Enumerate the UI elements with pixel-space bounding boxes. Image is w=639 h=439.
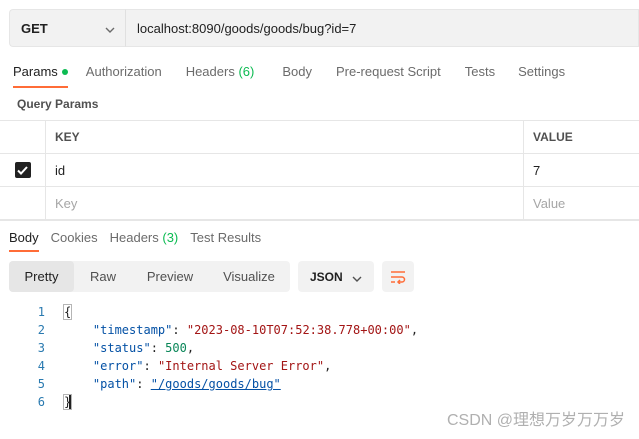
params-header-row: KEY VALUE (0, 121, 639, 154)
response-tab-test-results-label: Test Results (190, 230, 262, 245)
preview-button[interactable]: Preview (132, 261, 208, 292)
tab-headers[interactable]: Headers (6) (186, 56, 255, 88)
code-line: 2 "timestamp": "2023-08-10T07:52:38.778+… (0, 321, 639, 339)
request-tabs: Params Authorization Headers (6) Body Pr… (0, 56, 639, 88)
param-checkbox[interactable] (14, 162, 31, 178)
url-input[interactable]: localhost:8090/goods/goods/bug?id=7 (125, 9, 639, 47)
empty-check-cell (0, 187, 46, 219)
tab-settings-label: Settings (518, 64, 566, 79)
new-value-input[interactable]: Value (524, 187, 639, 219)
tab-authorization[interactable]: Authorization (86, 56, 162, 88)
column-header-key: KEY (46, 121, 524, 153)
chevron-down-icon (105, 21, 115, 36)
code-line: 4 "error": "Internal Server Error", (0, 357, 639, 375)
response-tab-cookies-label: Cookies (50, 230, 98, 245)
params-active-dot (61, 68, 68, 75)
raw-button[interactable]: Raw (74, 261, 132, 292)
text-cursor (69, 395, 72, 410)
line-number: 2 (37, 323, 45, 337)
param-value-cell[interactable]: 7 (524, 154, 639, 186)
tab-settings[interactable]: Settings (518, 56, 565, 88)
tab-authorization-label: Authorization (85, 64, 162, 79)
json-link-value[interactable]: "/goods/goods/bug" (151, 377, 281, 391)
json-key: "timestamp" (92, 323, 173, 337)
chevron-down-icon (352, 271, 362, 285)
json-comma: , (410, 323, 419, 337)
params-table: KEY VALUE id 7 Key Value (0, 120, 639, 220)
param-key-cell[interactable]: id (46, 154, 524, 186)
url-text: localhost:8090/goods/goods/bug?id=7 (137, 20, 357, 36)
code-line: 3 "status": 500, (0, 339, 639, 357)
open-brace: { (62, 304, 73, 320)
response-divider (0, 220, 639, 221)
response-tab-body[interactable]: Body (9, 222, 39, 252)
response-tab-headers[interactable]: Headers (3) (110, 222, 179, 252)
response-tab-cookies[interactable]: Cookies (51, 222, 98, 252)
json-number-value: 500 (165, 341, 187, 355)
checkmark-icon (17, 165, 28, 175)
header-check-cell (0, 121, 46, 153)
response-tab-test-results[interactable]: Test Results (190, 222, 261, 252)
tab-pre-request-script-label: Pre-request Script (335, 64, 441, 79)
response-tab-headers-count: (3) (162, 230, 179, 245)
json-comma: , (324, 359, 332, 373)
method-label: GET (21, 20, 48, 36)
line-number: 5 (37, 377, 45, 391)
pretty-button[interactable]: Pretty (9, 261, 74, 292)
tab-params[interactable]: Params (13, 56, 68, 88)
column-header-value: VALUE (533, 130, 573, 144)
watermark: CSDN @理想万岁万万岁 (446, 412, 625, 429)
tab-headers-label: Headers (185, 64, 235, 79)
param-value: 7 (533, 162, 541, 178)
param-check-cell (0, 154, 46, 186)
format-toolbar: Pretty Raw Preview Visualize (9, 261, 290, 292)
language-label: JSON (310, 269, 343, 284)
json-key: "error" (92, 359, 144, 373)
line-number: 1 (37, 305, 45, 319)
query-params-title: Query Params (17, 97, 99, 111)
request-bar: GET localhost:8090/goods/goods/bug?id=7 (9, 9, 639, 47)
table-row-empty: Key Value (0, 187, 639, 220)
json-string-value: "2023-08-10T07:52:38.778+00:00" (186, 323, 411, 337)
code-line: 1 { (0, 303, 639, 321)
line-number: 6 (37, 395, 45, 409)
tab-pre-request-script[interactable]: Pre-request Script (336, 56, 441, 88)
language-select[interactable]: JSON (298, 261, 374, 292)
json-key: "status" (92, 341, 151, 355)
wrap-lines-button[interactable] (382, 261, 414, 292)
tab-tests-label: Tests (464, 64, 496, 79)
json-key: "path" (92, 377, 137, 391)
wrap-lines-icon (391, 270, 406, 284)
line-number: 4 (37, 359, 45, 373)
visualize-button[interactable]: Visualize (208, 261, 290, 292)
response-body[interactable]: 1 { 2 "timestamp": "2023-08-10T07:52:38.… (0, 303, 639, 411)
line-number: 3 (37, 341, 45, 355)
response-tab-body-label: Body (9, 230, 39, 245)
param-key: id (55, 162, 66, 178)
json-comma: , (186, 341, 195, 355)
tab-tests[interactable]: Tests (465, 56, 495, 88)
code-line: 5 "path": "/goods/goods/bug" (0, 375, 639, 393)
method-select[interactable]: GET (9, 9, 125, 47)
tab-body[interactable]: Body (282, 56, 312, 88)
tab-body-label: Body (282, 64, 312, 79)
json-string-value: "Internal Server Error" (157, 359, 325, 373)
table-row: id 7 (0, 154, 639, 187)
response-tabs: Body Cookies Headers (3) Test Results (9, 222, 273, 252)
response-tab-headers-label: Headers (109, 230, 159, 245)
tab-headers-count: (6) (238, 64, 255, 79)
tab-params-label: Params (13, 64, 58, 79)
new-key-input[interactable]: Key (46, 187, 524, 219)
